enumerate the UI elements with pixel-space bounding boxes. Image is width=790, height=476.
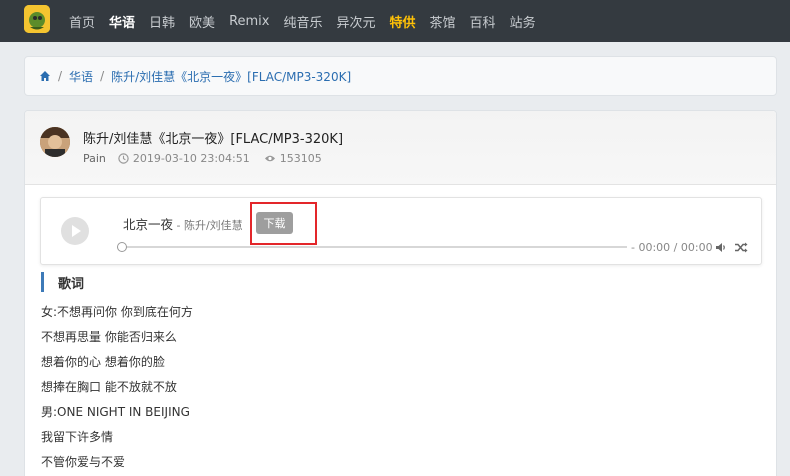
time-display: - 00:00 / 00:00 xyxy=(631,241,713,254)
nav-item-site-affairs[interactable]: 站务 xyxy=(510,12,536,31)
nav-item-jpkr[interactable]: 日韩 xyxy=(149,12,175,31)
post-author[interactable]: Pain xyxy=(83,152,106,165)
breadcrumb-separator: / xyxy=(58,69,63,83)
top-navbar: 首页 华语 日韩 欧美 Remix 纯音乐 异次元 特供 茶馆 百科 站务 xyxy=(0,0,790,42)
post-header: 陈升/刘佳慧《北京一夜》[FLAC/MP3-320K] Pain 2019-03… xyxy=(25,111,776,185)
lyric-line: 男:ONE NIGHT IN BEIJING xyxy=(41,405,190,419)
lyric-line: 不管你爱与不爱 xyxy=(41,455,126,469)
post-date: 2019-03-10 23:04:51 xyxy=(132,152,250,165)
progress-handle[interactable] xyxy=(117,242,127,252)
nav-item-home[interactable]: 首页 xyxy=(69,12,95,31)
download-button[interactable]: 下载 xyxy=(256,212,293,234)
nav-item-instrumental[interactable]: 纯音乐 xyxy=(283,12,322,31)
breadcrumb-current[interactable]: 陈升/刘佳慧《北京一夜》[FLAC/MP3-320K] xyxy=(111,68,351,85)
audio-player: 北京一夜 - 陈升/刘佳慧 下载 - 00:00 / 00:00 xyxy=(40,197,762,265)
site-logo[interactable] xyxy=(24,5,50,33)
eye-icon xyxy=(264,155,275,162)
avatar[interactable] xyxy=(40,127,70,157)
lyric-line: 不想再思量 你能否归来么 xyxy=(41,330,177,344)
breadcrumb-separator: / xyxy=(100,69,105,83)
nav-item-remix[interactable]: Remix xyxy=(229,14,269,29)
nav-item-wiki[interactable]: 百科 xyxy=(470,12,496,31)
nav-item-special[interactable]: 特供 xyxy=(390,12,416,31)
play-button[interactable] xyxy=(61,217,89,245)
progress-track[interactable] xyxy=(117,246,627,248)
lyric-line: 想着你的心 想着你的脸 xyxy=(41,355,165,369)
shuffle-icon[interactable] xyxy=(734,242,748,253)
post-views: 153105 xyxy=(279,152,322,165)
clock-icon xyxy=(118,153,129,164)
main-nav: 首页 华语 日韩 欧美 Remix 纯音乐 异次元 特供 茶馆 百科 站务 xyxy=(69,0,550,42)
nav-item-chinese[interactable]: 华语 xyxy=(109,12,135,31)
post-title: 陈升/刘佳慧《北京一夜》[FLAC/MP3-320K] xyxy=(83,132,344,147)
volume-icon[interactable] xyxy=(715,242,727,253)
lyric-line: 我留下许多情 xyxy=(41,430,114,444)
lyrics-list: 女:不想再问你 你到底在何方 不想再思量 你能否归来么 想着你的心 想着你的脸 … xyxy=(41,303,193,476)
song-info: 北京一夜 - 陈升/刘佳慧 xyxy=(123,214,243,233)
lyrics-heading: 歌词 xyxy=(41,272,84,292)
lyric-line: 女:不想再问你 你到底在何方 xyxy=(41,305,193,319)
nav-item-acg[interactable]: 异次元 xyxy=(337,12,376,31)
song-title: 北京一夜 xyxy=(123,217,174,232)
lyric-line: 想捧在胸口 能不放就不放 xyxy=(41,380,177,394)
song-artist: - 陈升/刘佳慧 xyxy=(173,219,243,232)
breadcrumb-category[interactable]: 华语 xyxy=(69,68,93,85)
post-meta: Pain 2019-03-10 23:04:51 153105 xyxy=(83,152,322,165)
breadcrumb: / 华语 / 陈升/刘佳慧《北京一夜》[FLAC/MP3-320K] xyxy=(24,56,777,96)
post-card: 陈升/刘佳慧《北京一夜》[FLAC/MP3-320K] Pain 2019-03… xyxy=(24,110,777,476)
home-icon[interactable] xyxy=(39,70,51,82)
nav-item-teahouse[interactable]: 茶馆 xyxy=(430,12,456,31)
nav-item-western[interactable]: 欧美 xyxy=(189,12,215,31)
